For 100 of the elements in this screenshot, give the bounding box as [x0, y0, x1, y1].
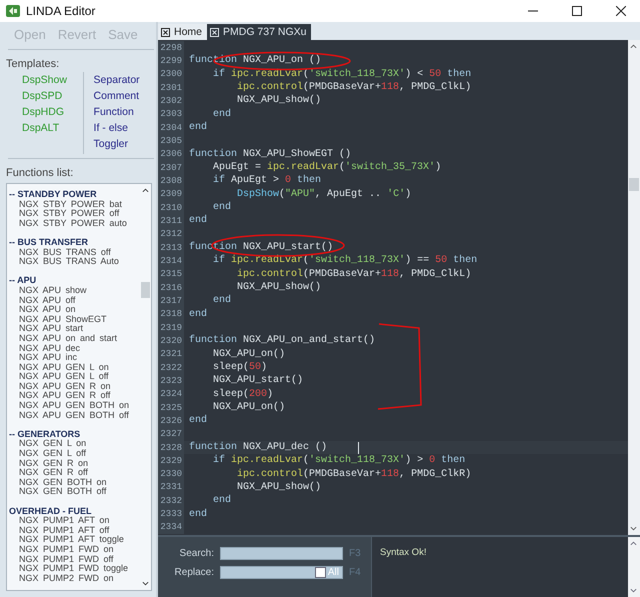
code-line: if ApuEgt > 0 then — [212, 175, 322, 186]
template-link[interactable]: Function — [94, 106, 152, 119]
function-item[interactable]: NGX BUS TRANS Auto — [9, 257, 140, 267]
checkbox[interactable] — [314, 567, 326, 578]
scroll-down-icon[interactable] — [630, 526, 637, 531]
line-number: 2314 — [158, 254, 184, 268]
function-item[interactable]: NGX PUMP1 FWD on — [9, 544, 140, 555]
scroll-down-icon[interactable] — [630, 588, 637, 593]
line-number: 2298 — [158, 41, 184, 54]
close-icon[interactable] — [616, 6, 626, 16]
function-item[interactable]: NGX GEN L on — [9, 439, 140, 450]
function-item[interactable]: NGX PUMP1 FWD toggle — [9, 564, 140, 574]
function-item[interactable]: NGX GEN BOTH off — [9, 487, 140, 497]
function-item[interactable]: NGX GEN L off — [9, 449, 140, 459]
function-item[interactable]: NGX APU GEN L on — [9, 362, 140, 372]
code-line: end — [212, 108, 232, 120]
line-number: 2305 — [158, 134, 184, 148]
code-line: NGX_APU_on() — [212, 402, 286, 414]
line-number: 2301 — [158, 80, 184, 94]
line-number: 2309 — [158, 188, 184, 201]
line-number: 2302 — [158, 94, 184, 108]
scroll-up-icon[interactable] — [630, 541, 637, 546]
code-line: end — [212, 295, 232, 306]
code-line: NGX_APU_on() — [212, 348, 286, 360]
function-item[interactable]: NGX BUS TRANS off — [9, 248, 140, 258]
function-item[interactable]: NGX APU start — [9, 324, 140, 334]
line-number: 2328 — [158, 440, 184, 454]
group-heading: -- STANDBY POWER — [9, 190, 98, 200]
function-item[interactable]: NGX GEN R off — [9, 468, 140, 478]
line-number: 2322 — [158, 360, 184, 374]
function-item[interactable]: NGX APU off — [9, 296, 140, 306]
line-number: 2321 — [158, 348, 184, 361]
scroll-down-icon[interactable] — [142, 581, 149, 586]
line-number: 2300 — [158, 68, 184, 81]
function-item[interactable]: NGX APU on — [9, 305, 140, 315]
line-number: 2325 — [158, 400, 184, 414]
section-label: Templates: — [6, 57, 60, 72]
checkbox-label: All — [328, 567, 339, 578]
function-item[interactable]: NGX APU inc — [9, 353, 140, 363]
line-number: 2331 — [158, 480, 184, 494]
function-item[interactable]: NGX PUMP1 AFT on — [9, 516, 140, 526]
function-item[interactable]: NGX APU GEN R on — [9, 382, 140, 392]
section-label: Functions list: — [6, 166, 74, 181]
function-item[interactable]: NGX GEN R on — [9, 458, 140, 468]
code-line: end — [188, 508, 208, 520]
code-line: ipc.control(PMDGBaseVar+118, PMDG_ClkL) — [236, 82, 472, 94]
line-number: 2326 — [158, 414, 184, 428]
code-line: function NGX_APU_on_and_start() — [188, 335, 376, 346]
code-line: DspShow("APU", ApuEgt .. 'C') — [236, 188, 412, 200]
line-number: 2317 — [158, 294, 184, 308]
function-item[interactable]: NGX APU GEN L off — [9, 372, 140, 382]
code-line: end — [188, 215, 208, 226]
template-link[interactable]: Toggler — [94, 138, 152, 151]
scroll-thumb[interactable] — [629, 178, 639, 191]
group-heading: -- APU — [9, 276, 38, 286]
function-item[interactable]: NGX APU dec — [9, 344, 140, 354]
line-number: 2307 — [158, 160, 184, 174]
code-line: end — [188, 308, 208, 320]
function-item[interactable]: NGX PUMP2 FWD on — [9, 574, 140, 584]
scroll-up-icon[interactable] — [630, 44, 637, 49]
function-item[interactable]: NGX GEN BOTH on — [9, 478, 140, 488]
function-item[interactable]: NGX PUMP1 AFT off — [9, 526, 140, 536]
editor-tab[interactable]: Home — [158, 24, 208, 40]
function-item[interactable]: NGX PUMP1 FWD off — [9, 554, 140, 564]
template-link[interactable]: If - else — [94, 122, 152, 135]
line-number: 2304 — [158, 120, 184, 134]
group-heading: -- GENERATORS — [9, 430, 82, 440]
function-item[interactable]: NGX PUMP1 AFT toggle — [9, 535, 140, 545]
template-link[interactable]: Comment — [94, 90, 152, 103]
function-item[interactable]: NGX APU show — [9, 286, 140, 296]
function-item[interactable]: NGX APU GEN R off — [9, 391, 140, 402]
group-heading: -- BUS TRANSFER — [9, 238, 89, 248]
text-caret — [358, 442, 360, 454]
line-number: 2311 — [158, 214, 184, 228]
app-icon — [6, 5, 20, 17]
line-number: 2324 — [158, 388, 184, 401]
search-field[interactable] — [220, 547, 343, 560]
maximize-icon[interactable] — [572, 6, 582, 16]
function-item[interactable]: NGX APU ShowEGT — [9, 314, 140, 324]
function-item[interactable]: NGX STBY POWER bat — [9, 200, 140, 210]
shortcut-key: F4 — [349, 567, 361, 578]
scroll-up-icon[interactable] — [142, 188, 149, 193]
code-line: NGX_APU_show() — [236, 482, 322, 493]
line-number: 2299 — [158, 54, 184, 68]
line-number: 2323 — [158, 374, 184, 388]
window-title: LINDA Editor — [26, 4, 96, 18]
scroll-thumb[interactable] — [141, 282, 150, 298]
group-heading: OVERHEAD - FUEL — [9, 506, 93, 516]
function-item[interactable]: NGX STBY POWER auto — [9, 218, 140, 228]
line-number: 2327 — [158, 428, 184, 441]
function-item[interactable]: NGX APU GEN BOTH on — [9, 401, 140, 411]
template-link[interactable]: Separator — [94, 74, 152, 87]
line-number: 2306 — [158, 148, 184, 161]
function-item[interactable]: NGX APU on and start — [9, 334, 140, 344]
close-tab-icon[interactable] — [161, 28, 170, 36]
function-item[interactable]: NGX APU GEN BOTH off — [9, 410, 140, 420]
line-number: 2329 — [158, 454, 184, 468]
editor-tab[interactable]: PMDG 737 NGXu — [207, 24, 312, 40]
function-item[interactable]: NGX STBY POWER off — [9, 209, 140, 219]
code-line: end — [212, 495, 232, 506]
